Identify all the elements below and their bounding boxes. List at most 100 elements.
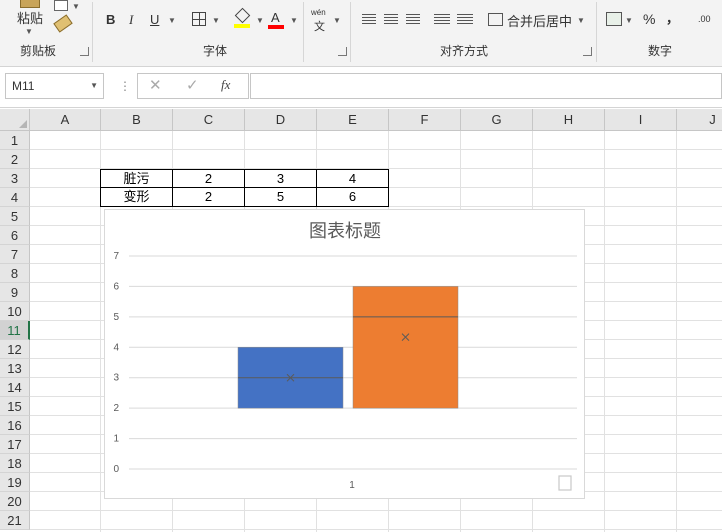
column-header-a[interactable]: A [30,109,101,131]
column-header-j[interactable]: J [677,109,722,131]
row-header-21[interactable]: 21 [0,511,30,530]
fill-color-icon[interactable] [234,7,251,28]
y-tick-label: 0 [113,464,119,475]
column-header-g[interactable]: G [461,109,533,131]
y-tick-label: 3 [113,373,119,384]
row-header-17[interactable]: 17 [0,435,30,454]
chevron-down-icon[interactable]: ▼ [256,16,264,25]
y-tick-label: 2 [113,403,119,414]
merge-center-icon [488,13,503,26]
name-box[interactable]: M11 ▼ [5,73,104,99]
select-all-button[interactable] [0,109,30,131]
formula-buttons: ✕ ✓ fx [137,73,249,99]
row-header-18[interactable]: 18 [0,454,30,473]
column-header-h[interactable]: H [533,109,605,131]
row-header-16[interactable]: 16 [0,416,30,435]
copy-icon[interactable] [54,0,68,11]
row-header-14[interactable]: 14 [0,378,30,397]
alignment-group-label: 对齐方式 [440,44,489,58]
table-cell[interactable]: 2 [172,187,245,207]
chevron-down-icon[interactable]: ▼ [290,16,298,25]
chevron-down-icon[interactable]: ▼ [72,2,80,11]
table-cell[interactable]: 4 [316,169,389,189]
bold-button[interactable]: B [106,12,115,27]
merge-center-label: 合并后居中 [507,14,573,29]
merge-center-button[interactable]: 合并后居中 ▼ [488,10,586,30]
table-cell[interactable]: 5 [244,187,317,207]
phonetic-button[interactable]: wén 文 [311,8,331,33]
align-left-icon[interactable] [362,14,376,24]
table-cell[interactable]: 3 [244,169,317,189]
row-header-4[interactable]: 4 [0,188,30,207]
row-header-19[interactable]: 19 [0,473,30,492]
column-header-d[interactable]: D [245,109,317,131]
row-header-1[interactable]: 1 [0,131,30,150]
row-header-8[interactable]: 8 [0,264,30,283]
font-group-label: 字体 [203,44,228,58]
font-color-button[interactable]: A [268,8,286,30]
chevron-down-icon: ▼ [25,27,33,36]
table-cell[interactable]: 变形 [100,187,173,207]
chevron-down-icon: ▼ [577,16,585,25]
row-header-3[interactable]: 3 [0,169,30,188]
quick-analysis-icon [558,475,572,491]
table-cell[interactable]: 2 [172,169,245,189]
comma-style-button[interactable]: ， [666,8,679,27]
row-header-13[interactable]: 13 [0,359,30,378]
table-cell[interactable]: 脏污 [100,169,173,189]
name-box-value: M11 [12,79,35,93]
italic-button[interactable]: I [129,12,133,28]
underline-button[interactable]: U [150,12,159,27]
number-group-label: 数字 [648,44,673,58]
chevron-down-icon[interactable]: ▼ [333,16,341,25]
paste-icon [20,0,40,8]
column-header-b[interactable]: B [101,109,173,131]
insert-function-button[interactable]: fx [221,77,230,93]
formula-input[interactable] [250,73,722,99]
enter-icon[interactable]: ✓ [186,76,199,94]
row-header-7[interactable]: 7 [0,245,30,264]
phonetic-label: wén [311,8,326,17]
row-header-12[interactable]: 12 [0,340,30,359]
align-center-icon[interactable] [384,14,398,24]
chevron-down-icon[interactable]: ▼ [212,16,220,25]
row-header-20[interactable]: 20 [0,492,30,511]
row-header-2[interactable]: 2 [0,150,30,169]
dialog-launcher-icon[interactable] [338,47,347,56]
column-header-e[interactable]: E [317,109,389,131]
row-header-6[interactable]: 6 [0,226,30,245]
chart[interactable]: 图表标题 0 1 2 3 4 5 6 7 1 [104,209,585,499]
format-painter-icon[interactable] [53,14,73,33]
row-header-9[interactable]: 9 [0,283,30,302]
paste-label: 粘贴 [17,11,44,26]
x-tick-label: 1 [349,480,355,491]
chevron-down-icon[interactable]: ▼ [625,16,633,25]
row-header-5[interactable]: 5 [0,207,30,226]
clipboard-group-label: 剪贴板 [20,44,57,58]
phonetic-char: 文 [314,21,325,33]
align-right-icon[interactable] [406,14,420,24]
row-header-10[interactable]: 10 [0,302,30,321]
font-color-label: A [271,10,280,25]
currency-format-icon[interactable] [606,12,622,26]
cancel-icon[interactable]: ✕ [149,76,162,94]
decrease-indent-icon[interactable] [434,14,450,24]
column-header-c[interactable]: C [173,109,245,131]
increase-decimal-button[interactable]: .00 [698,14,711,24]
row-header-15[interactable]: 15 [0,397,30,416]
more-options-icon[interactable]: ⋮ [119,79,131,93]
borders-icon[interactable] [192,12,206,26]
percent-button[interactable]: % [643,11,655,27]
column-header-f[interactable]: F [389,109,461,131]
dialog-launcher-icon[interactable] [583,47,592,56]
paste-button[interactable]: 粘贴 ▼ [8,0,50,40]
y-tick-label: 7 [113,251,119,262]
y-tick-label: 6 [113,281,119,292]
chevron-down-icon[interactable]: ▼ [168,16,176,25]
increase-indent-icon[interactable] [457,14,473,24]
row-header-11[interactable]: 11 [0,321,30,340]
column-header-i[interactable]: I [605,109,677,131]
chart-title: 图表标题 [309,221,381,241]
table-cell[interactable]: 6 [316,187,389,207]
dialog-launcher-icon[interactable] [80,47,89,56]
